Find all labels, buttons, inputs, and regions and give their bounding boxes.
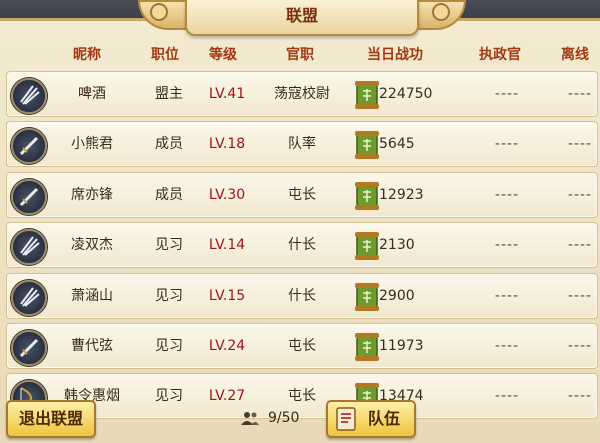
header-daily-merit: 当日战功 [367, 47, 423, 63]
people-icon [241, 412, 259, 425]
member-regent: ---- [494, 237, 520, 254]
member-offline: ---- [567, 136, 593, 153]
member-role: 见习 [155, 237, 183, 254]
ornament-curl-icon [150, 3, 168, 21]
header-position: 职位 [151, 47, 179, 63]
member-name: 萧涵山 [71, 287, 113, 304]
member-name: 凌双杰 [71, 237, 113, 254]
merit-medal-icon [355, 282, 379, 311]
member-level: LV.15 [208, 287, 246, 304]
sword-icon [11, 128, 47, 165]
member-name: 席亦锋 [71, 186, 113, 203]
member-office: 屯长 [288, 337, 316, 354]
member-level: LV.18 [208, 136, 246, 153]
header-regent: 执政官 [479, 47, 521, 63]
scroll-icon [336, 407, 356, 431]
member-row[interactable]: 凌双杰 见习 LV.14 什长 2130 ---- ---- [6, 222, 598, 269]
sword-icon [11, 329, 47, 366]
member-level: LV.24 [208, 337, 246, 354]
member-office: 什长 [288, 287, 316, 304]
header-nickname: 昵称 [73, 47, 101, 63]
fan-icon [11, 78, 47, 114]
header-offline: 离线 [561, 47, 589, 63]
member-offline: ---- [567, 237, 593, 254]
member-role: 见习 [155, 287, 183, 304]
member-level: LV.41 [208, 86, 246, 102]
member-merit: 2130 [379, 237, 415, 254]
sword-icon [11, 178, 47, 215]
member-role: 成员 [155, 136, 183, 153]
team-button[interactable]: 队伍 [326, 400, 416, 438]
member-name: 小熊君 [71, 136, 113, 153]
member-list: 啤酒 盟主 LV.41 荡寇校尉 224750 ---- ---- 小熊君 成员… [6, 71, 598, 424]
member-row[interactable]: 小熊君 成员 LV.18 队率 5645 ---- ---- [6, 121, 598, 168]
member-merit: 224750 [379, 86, 433, 102]
merit-medal-icon [355, 332, 379, 361]
member-role: 见习 [155, 337, 183, 354]
member-regent: ---- [494, 186, 520, 203]
member-row[interactable]: 曹代弦 见习 LV.24 屯长 11973 ---- ---- [6, 322, 598, 369]
member-name: 啤酒 [78, 86, 106, 102]
member-merit: 2900 [379, 287, 415, 304]
member-office: 什长 [288, 237, 316, 254]
member-regent: ---- [494, 86, 520, 102]
table-header: 昵称 职位 等级 官职 当日战功 执政官 离线 [0, 44, 600, 66]
merit-medal-icon [355, 131, 379, 160]
team-button-label: 队伍 [367, 409, 400, 428]
page-title: 联盟 [185, 0, 419, 36]
member-offline: ---- [567, 186, 593, 203]
header-office: 官职 [286, 47, 314, 63]
member-count: 9/50 [268, 410, 300, 426]
footer-bar: 退出联盟 9/50 队伍 [0, 398, 600, 440]
fan-icon [11, 279, 47, 316]
header-level: 等级 [209, 47, 237, 63]
ornament-curl-icon [432, 3, 450, 21]
member-level: LV.14 [208, 237, 246, 254]
member-role: 成员 [155, 186, 183, 203]
fan-icon [11, 229, 47, 266]
merit-medal-icon [355, 232, 379, 261]
member-merit: 11973 [379, 337, 424, 354]
merit-medal-icon [355, 181, 379, 210]
member-row[interactable]: 席亦锋 成员 LV.30 屯长 12923 ---- ---- [6, 171, 598, 218]
member-offline: ---- [567, 86, 593, 102]
member-level: LV.30 [208, 186, 246, 203]
member-office: 荡寇校尉 [274, 86, 330, 102]
member-name: 曹代弦 [71, 337, 113, 354]
member-merit: 5645 [379, 136, 415, 153]
merit-medal-icon [355, 81, 379, 109]
member-merit: 12923 [379, 186, 424, 203]
member-role: 盟主 [155, 86, 183, 102]
member-row[interactable]: 啤酒 盟主 LV.41 荡寇校尉 224750 ---- ---- [6, 71, 598, 117]
member-office: 屯长 [288, 186, 316, 203]
member-row[interactable]: 萧涵山 见习 LV.15 什长 2900 ---- ---- [6, 272, 598, 319]
member-office: 队率 [288, 136, 316, 153]
member-regent: ---- [494, 136, 520, 153]
quit-alliance-button[interactable]: 退出联盟 [6, 400, 96, 438]
member-regent: ---- [494, 337, 520, 354]
member-offline: ---- [567, 337, 593, 354]
member-regent: ---- [494, 287, 520, 304]
member-offline: ---- [567, 287, 593, 304]
